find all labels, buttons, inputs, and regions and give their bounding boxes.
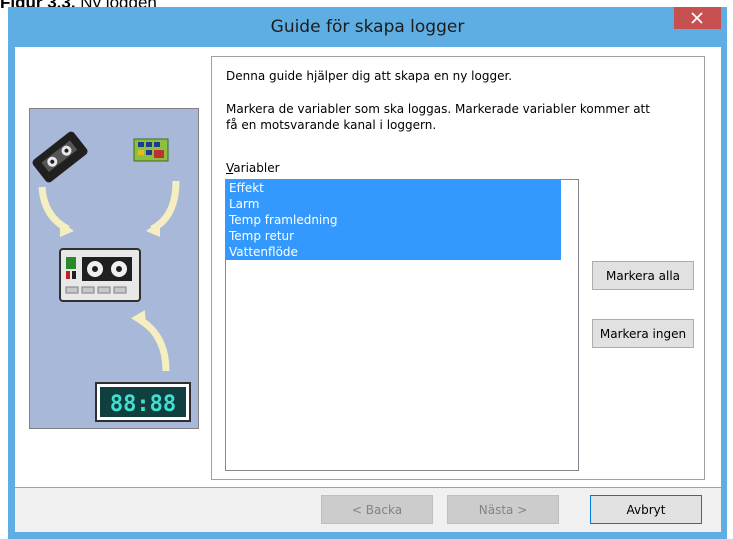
next-button[interactable]: Nästa > — [447, 495, 559, 524]
list-item[interactable]: Temp framledning — [226, 212, 561, 228]
cancel-button[interactable]: Avbryt — [590, 495, 702, 524]
select-all-button[interactable]: Markera alla — [592, 261, 694, 290]
window-title: Guide för skapa logger — [270, 17, 465, 37]
arrow-right-icon — [150, 180, 180, 233]
close-icon — [691, 12, 703, 24]
footer-separator — [15, 487, 721, 488]
client-area: 88:88 Denna guide hjälper dig att skapa … — [15, 47, 721, 532]
select-none-button[interactable]: Markera ingen — [592, 319, 694, 348]
digital-clock-icon: 88:88 — [95, 382, 191, 422]
back-button[interactable]: < Backa — [321, 495, 433, 524]
arrow-left-icon — [38, 186, 70, 233]
variables-label: Variabler — [226, 161, 280, 175]
variables-listbox[interactable]: Effekt Larm Temp framledning Temp retur … — [225, 179, 579, 471]
arrow-up-icon — [139, 318, 170, 372]
variables-label-rest: ariabler — [233, 161, 280, 175]
wizard-illustration: 88:88 — [29, 108, 199, 429]
arrow-left-head-icon — [60, 221, 74, 237]
wizard-window: Guide för skapa logger 88:88 Denna guide… — [8, 7, 727, 539]
list-item[interactable]: Effekt — [226, 180, 561, 196]
intro-text: Denna guide hjälper dig att skapa en ny … — [226, 69, 513, 83]
list-item[interactable]: Temp retur — [226, 228, 561, 244]
list-item[interactable]: Vattenflöde — [226, 244, 561, 260]
circuit-board-icon — [133, 138, 169, 162]
recorder-icon — [59, 248, 141, 302]
arrow-right-head-icon — [146, 221, 160, 237]
close-button[interactable] — [674, 7, 721, 29]
description-text: Markera de variabler som ska loggas. Mar… — [226, 102, 650, 132]
cassette-icon — [32, 131, 88, 183]
clock-text: 88:88 — [110, 392, 176, 417]
wizard-panel: Denna guide hjälper dig att skapa en ny … — [211, 56, 705, 480]
title-bar[interactable]: Guide för skapa logger — [8, 7, 727, 47]
content-area: 88:88 Denna guide hjälper dig att skapa … — [15, 47, 721, 487]
list-item[interactable]: Larm — [226, 196, 561, 212]
